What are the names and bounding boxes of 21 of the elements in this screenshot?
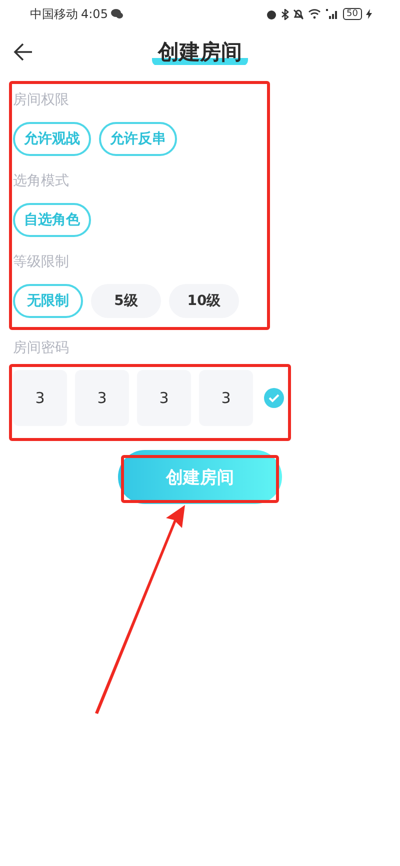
mute-icon (292, 8, 304, 20)
option-chip[interactable]: 10级 (169, 284, 239, 318)
password-digit-field[interactable]: 3 (75, 370, 129, 426)
clock-text: 4:05 (81, 7, 108, 21)
charging-icon (366, 9, 372, 19)
section-label: 房间权限 (13, 91, 70, 110)
password-digit-field[interactable]: 3 (13, 370, 67, 426)
section-label: 选角模式 (13, 172, 70, 191)
page-title: 创建房间 (152, 38, 248, 66)
signal-icon (324, 9, 339, 19)
carrier-text: 中国移动 (30, 6, 78, 22)
back-icon[interactable] (13, 42, 33, 62)
section-label: 等级限制 (13, 253, 70, 272)
password-digit-field[interactable]: 3 (137, 370, 191, 426)
bluetooth-icon (280, 8, 289, 20)
section-label: 房间密码 (13, 339, 70, 358)
battery-indicator: 50 (342, 8, 362, 20)
wifi-icon (308, 9, 321, 19)
option-chip[interactable]: 5级 (91, 284, 161, 318)
chat-icon (110, 9, 123, 19)
password-digit-field[interactable]: 3 (199, 370, 253, 426)
